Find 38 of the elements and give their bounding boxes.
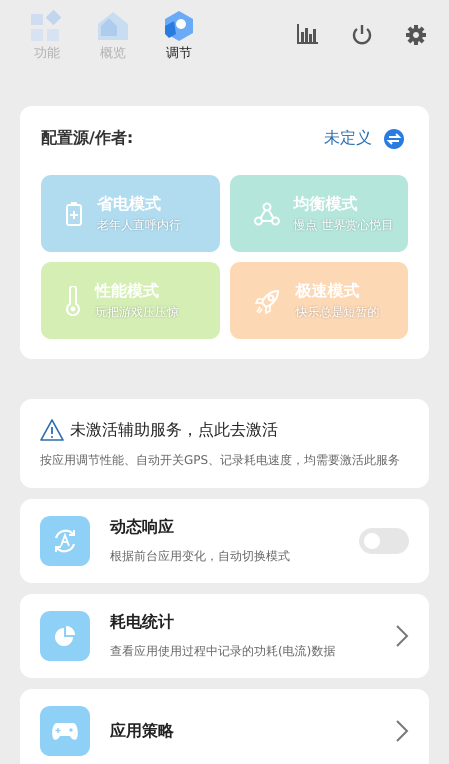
warning-icon	[40, 419, 64, 441]
mode-subtitle: 慢点 世界赏心悦目	[294, 216, 394, 234]
chevron-right-icon	[395, 719, 409, 744]
row-subtitle: 根据前台应用变化，自动切换模式	[110, 548, 291, 566]
nav-tab[interactable]: 调节	[146, 10, 212, 62]
notice-text: 按应用调节性能、自动开关GPS、记录耗电速度，均需要激活此服务	[40, 452, 402, 469]
mode-title: 省电模式	[97, 194, 162, 214]
settings-row[interactable]: 应用策略	[20, 689, 429, 764]
power-icon[interactable]	[351, 24, 373, 46]
battery-icon	[65, 200, 83, 226]
mode-subtitle: 玩把游戏压压惊	[95, 304, 179, 320]
settings-icon[interactable]	[405, 24, 427, 46]
grid-icon	[30, 10, 64, 42]
pie-chart-icon	[53, 624, 77, 648]
row-subtitle: 查看应用使用过程中记录的功耗(电流)数据	[110, 643, 336, 660]
mode-subtitle: 老年人直呼内行	[97, 216, 181, 234]
gamepad-icon	[51, 720, 79, 742]
config-value[interactable]: 未定义	[324, 128, 372, 149]
notice-title: 未激活辅助服务，点此去激活	[70, 420, 278, 440]
home-icon	[96, 10, 130, 42]
config-label: 配置源/作者:	[41, 128, 134, 149]
mode-title: 极速模式	[296, 280, 360, 302]
settings-row[interactable]: 动态响应 根据前台应用变化，自动切换模式	[20, 499, 429, 584]
toggle-switch[interactable]	[359, 528, 409, 554]
thermometer-icon	[65, 286, 81, 316]
row-title: 动态响应	[110, 517, 175, 538]
notice-card[interactable]: 未激活辅助服务，点此去激活 按应用调节性能、自动开关GPS、记录耗电速度，均需要激活此服务	[20, 399, 429, 488]
triangle-nodes-icon	[254, 202, 280, 226]
settings-row[interactable]: 耗电统计 查看应用使用过程中记录的功耗(电流)数据	[20, 594, 429, 678]
chevron-right-icon	[395, 624, 409, 648]
mode-title: 性能模式	[95, 280, 160, 302]
mode-subtitle: 快乐总是短暂的	[296, 304, 380, 320]
row-title: 应用策略	[110, 720, 175, 742]
swap-icon[interactable]	[384, 128, 404, 148]
hexagon-icon	[162, 10, 196, 42]
mode-title: 均衡模式	[294, 194, 358, 214]
row-title: 耗电统计	[110, 612, 175, 634]
bar-chart-icon[interactable]	[297, 24, 319, 44]
